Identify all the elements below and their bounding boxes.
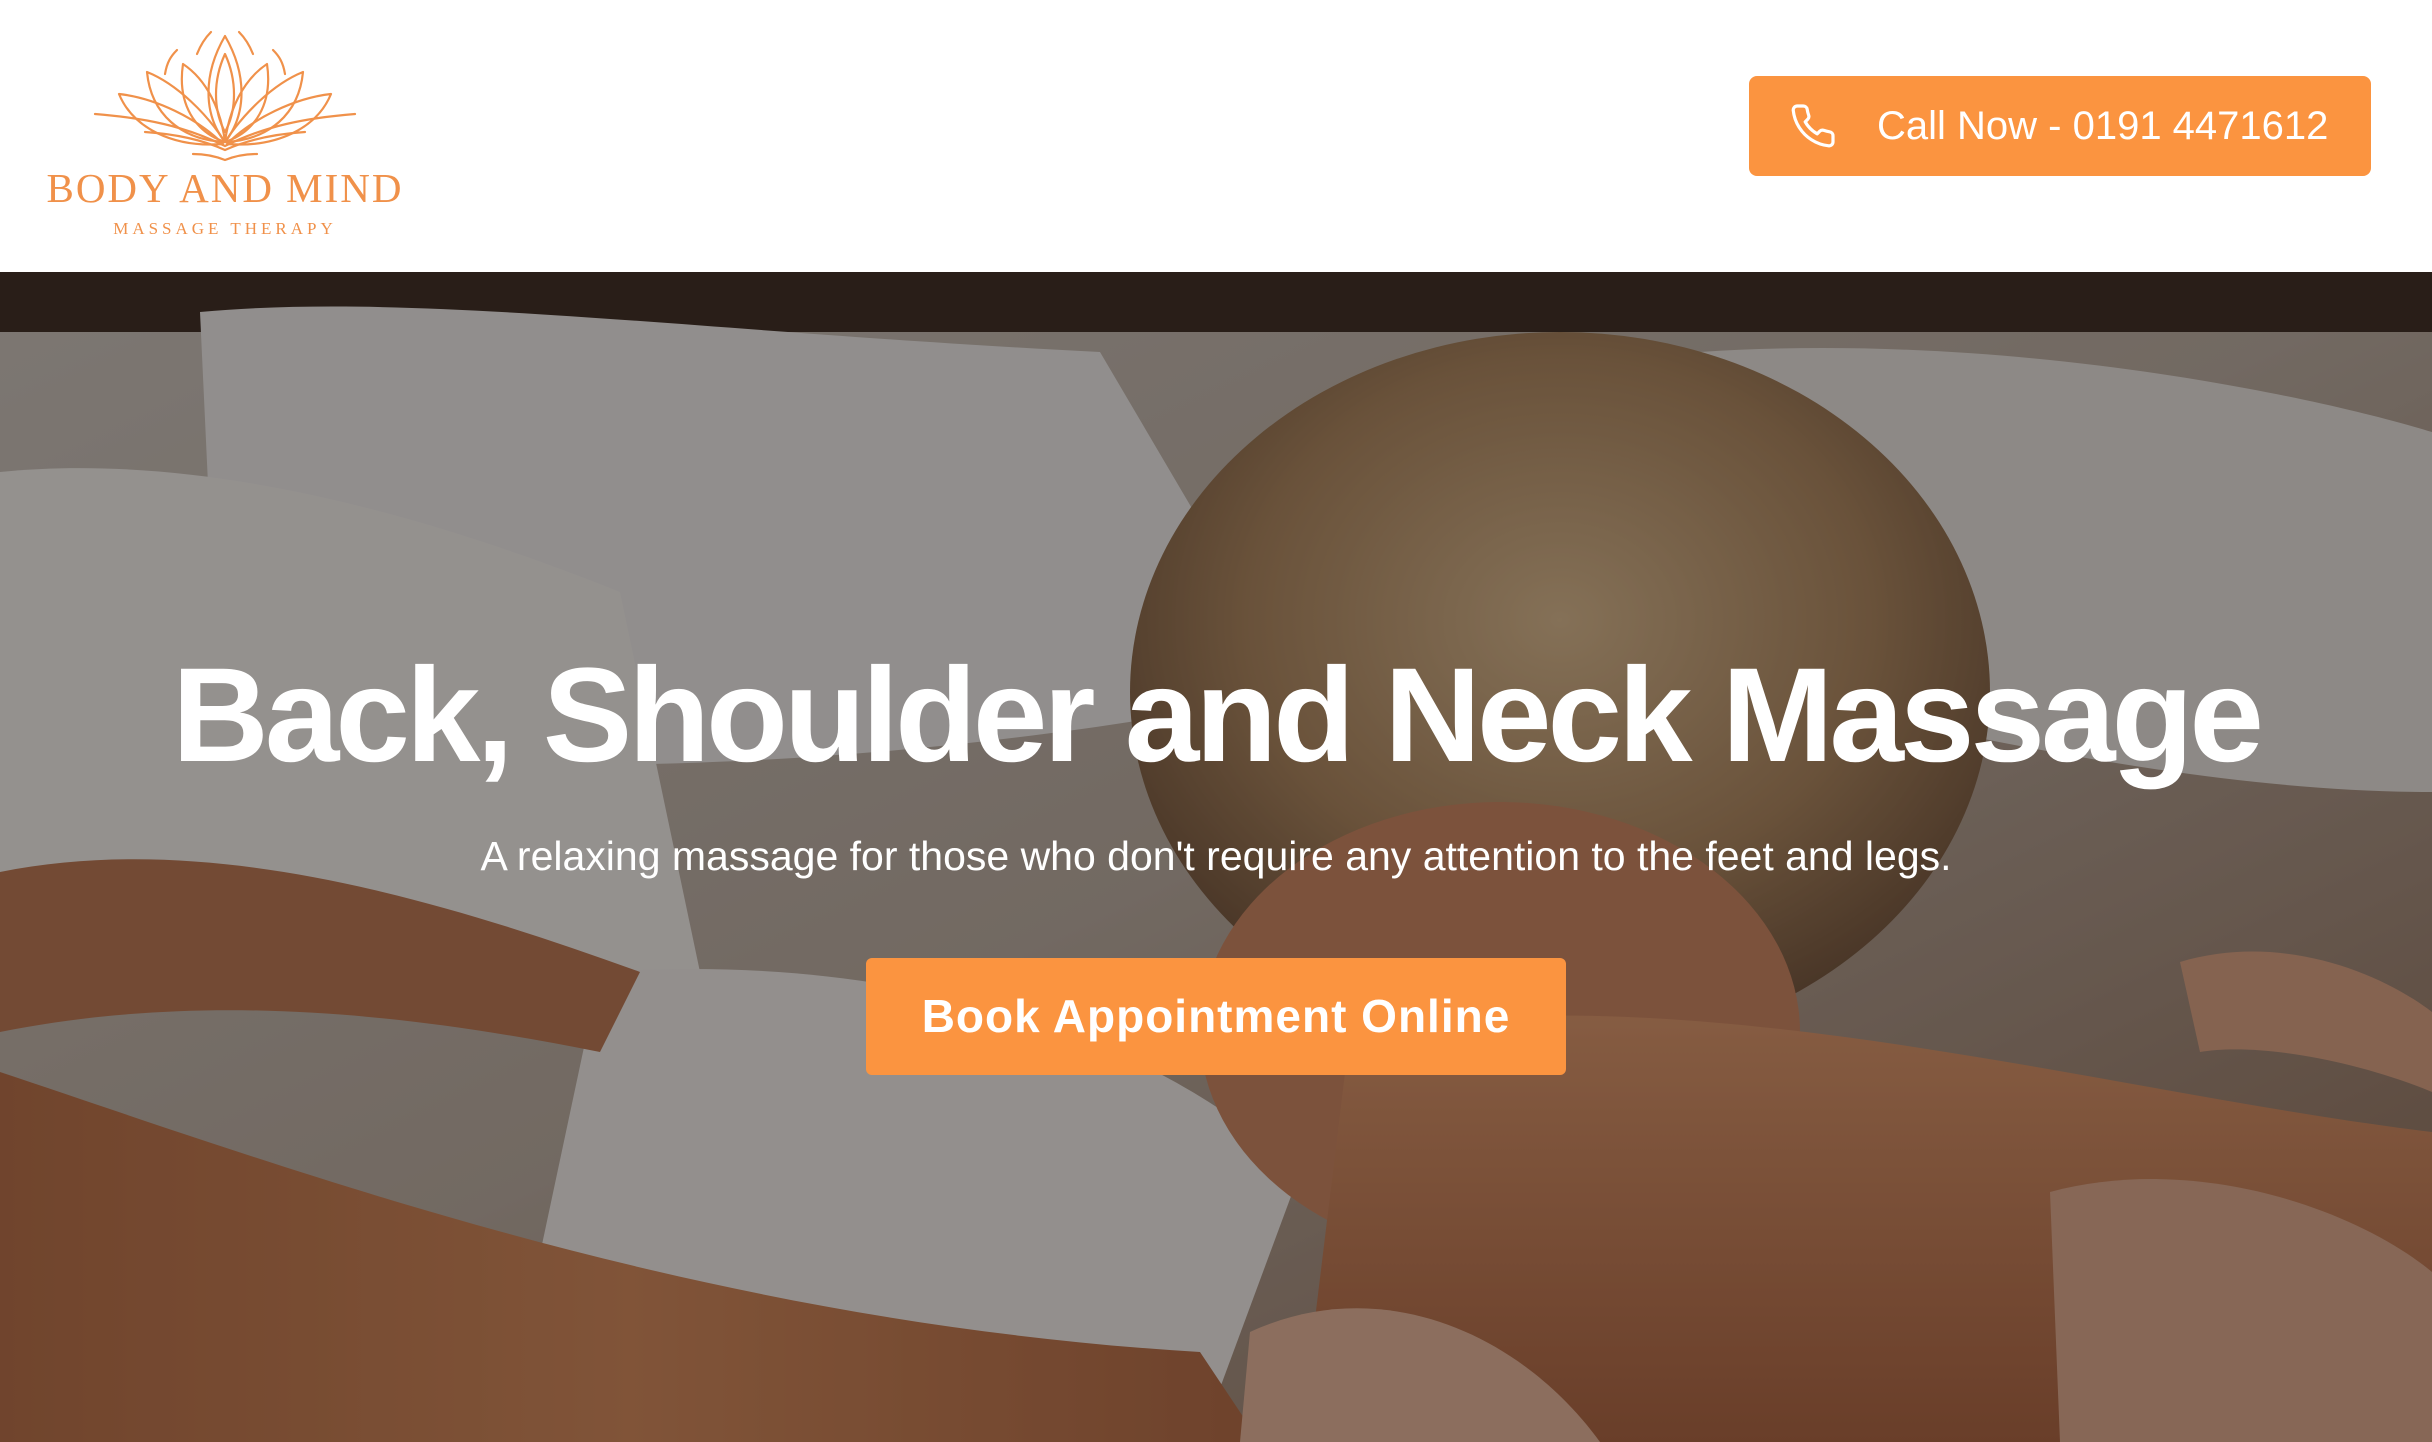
book-appointment-button[interactable]: Book Appointment Online <box>866 958 1566 1076</box>
phone-icon <box>1791 104 1835 148</box>
lotus-icon <box>93 30 357 162</box>
brand-tagline: MASSAGE THERAPY <box>113 219 337 238</box>
hero-subtitle: A relaxing massage for those who don't r… <box>480 833 1952 880</box>
brand-name: BODY AND MIND <box>46 165 404 211</box>
hero-content: Back, Shoulder and Neck Massage A relaxi… <box>0 641 2432 1076</box>
hero-section: Back, Shoulder and Neck Massage A relaxi… <box>0 272 2432 1442</box>
call-now-label: Call Now - 0191 4471612 <box>1877 103 2329 148</box>
site-header: BODY AND MIND MASSAGE THERAPY Call Now -… <box>0 0 2432 272</box>
brand-logo[interactable]: BODY AND MIND MASSAGE THERAPY <box>40 14 410 244</box>
hero-title: Back, Shoulder and Neck Massage <box>172 641 2264 790</box>
call-now-button[interactable]: Call Now - 0191 4471612 <box>1749 76 2371 176</box>
